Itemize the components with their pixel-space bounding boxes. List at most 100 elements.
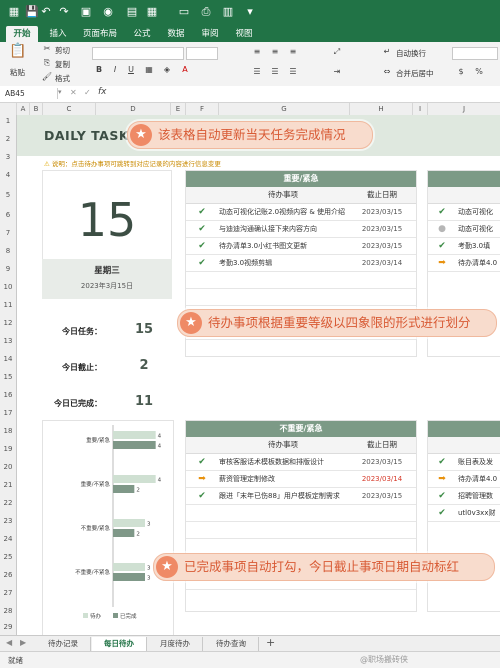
task-text[interactable]: 薪资管理定制修改 — [219, 471, 349, 487]
row-header[interactable]: 4 — [0, 171, 16, 179]
task-text[interactable]: 待办清单4.0 — [458, 255, 500, 271]
prev-sheet-icon[interactable]: ◀ — [6, 638, 12, 647]
bold-icon[interactable]: B — [92, 64, 106, 76]
print-icon[interactable]: ⎙ — [198, 4, 214, 20]
task-text[interactable]: 与迪迪沟通确认接下来内容方向 — [219, 221, 349, 237]
row-header[interactable]: 19 — [0, 445, 16, 453]
row-header[interactable]: 25 — [0, 553, 16, 561]
font-name-select[interactable] — [92, 47, 184, 60]
border-icon[interactable]: ▦ — [142, 64, 156, 76]
align-center-icon[interactable]: ☰ — [268, 66, 282, 78]
task-text[interactable]: 账目表及发 — [458, 454, 500, 470]
copy-icon[interactable]: ⎘ — [40, 57, 54, 69]
row-header[interactable]: 15 — [0, 373, 16, 381]
sheet-tab-query[interactable]: 待办查询 — [204, 637, 259, 651]
row-header[interactable]: 13 — [0, 337, 16, 345]
format-painter-label[interactable]: 格式 — [55, 73, 70, 84]
align-bottom-icon[interactable]: ≡ — [286, 46, 300, 58]
row-header[interactable]: 14 — [0, 355, 16, 363]
align-right-icon[interactable]: ☰ — [286, 66, 300, 78]
task-text[interactable]: 动态可视化记账2.0视频内容 & 使用介绍 — [219, 204, 349, 220]
cancel-icon[interactable]: ✕ — [70, 88, 77, 97]
task-row[interactable]: ✔ 考勤3.0填 — [428, 238, 500, 255]
enter-icon[interactable]: ✓ — [84, 88, 91, 97]
task-text[interactable]: 动态可视化 — [458, 221, 500, 237]
row-header[interactable]: 3 — [0, 153, 16, 161]
fill-color-icon[interactable]: ◈ — [160, 64, 174, 76]
row-header[interactable]: 5 — [0, 191, 16, 199]
cut-label[interactable]: 剪切 — [55, 45, 70, 56]
number-format-select[interactable] — [452, 47, 498, 60]
undo-icon[interactable]: ↶ — [38, 4, 54, 20]
underline-icon[interactable]: U — [124, 64, 138, 76]
column-header[interactable]: C — [43, 103, 96, 115]
empty-row[interactable] — [186, 272, 416, 289]
task-row[interactable]: ✔ 审核客服话术模板数据和排版设计 2023/03/15 — [186, 454, 416, 471]
row-header[interactable]: 18 — [0, 427, 16, 435]
tab-page-layout[interactable]: 页面布局 — [78, 26, 122, 42]
paste-icon[interactable]: 📋 — [8, 44, 28, 63]
form-icon[interactable]: ▤ — [124, 4, 140, 20]
window-icon[interactable]: ▭ — [176, 4, 192, 20]
orientation-icon[interactable]: ⤢ — [330, 46, 344, 58]
column-header[interactable]: G — [219, 103, 350, 115]
task-row[interactable]: ➡ 待办清单4.0 — [428, 255, 500, 272]
column-header[interactable]: J — [428, 103, 500, 115]
row-header[interactable]: 27 — [0, 589, 16, 597]
empty-row[interactable] — [186, 505, 416, 522]
row-header[interactable]: 26 — [0, 571, 16, 579]
wrap-text-label[interactable]: 自动换行 — [396, 48, 426, 59]
task-row[interactable]: ➡ 待办清单4.0 — [428, 471, 500, 488]
tab-formulas[interactable]: 公式 — [128, 26, 156, 42]
add-sheet-icon[interactable]: + — [266, 636, 275, 649]
toggle-icon[interactable]: ◉ — [100, 4, 116, 20]
task-text[interactable]: 待办清单3.0小红书图文更新 — [219, 238, 349, 254]
column-header[interactable]: B — [30, 103, 43, 115]
tab-review[interactable]: 审阅 — [196, 26, 224, 42]
row-header[interactable]: 8 — [0, 247, 16, 255]
font-color-icon[interactable]: A — [178, 64, 192, 76]
name-box[interactable]: AB45 — [2, 88, 58, 99]
tab-home[interactable]: 开始 — [6, 26, 38, 42]
sheet-tab-records[interactable]: 待办记录 — [36, 637, 91, 651]
row-header[interactable]: 11 — [0, 301, 16, 309]
row-header[interactable]: 10 — [0, 283, 16, 291]
merge-center-label[interactable]: 合并后居中 — [396, 68, 434, 79]
percent-icon[interactable]: % — [472, 66, 486, 78]
task-text[interactable]: 待办清单4.0 — [458, 471, 500, 487]
function-icon[interactable]: fx — [98, 87, 107, 97]
select-all-corner[interactable] — [0, 103, 17, 115]
task-row[interactable]: ✔ 跟进「末年已伤88」用户模板定制需求 2023/03/15 — [186, 488, 416, 505]
row-header[interactable]: 20 — [0, 463, 16, 471]
row-header[interactable]: 6 — [0, 211, 16, 219]
task-row[interactable]: ✔ 动态可视化记账2.0视频内容 & 使用介绍 2023/03/15 — [186, 204, 416, 221]
column-header[interactable]: I — [413, 103, 428, 115]
tab-view[interactable]: 视图 — [230, 26, 258, 42]
align-left-icon[interactable]: ☰ — [250, 66, 264, 78]
wrap-text-icon[interactable]: ↵ — [380, 46, 394, 58]
worksheet[interactable]: DAILY TASK ⚠ 说明：点击待办事项可跳转到对应记录的内容进行信息变更 … — [17, 115, 500, 635]
task-row[interactable]: ✔ 待办清单3.0小红书图文更新 2023/03/15 — [186, 238, 416, 255]
italic-icon[interactable]: I — [108, 64, 122, 76]
row-header[interactable]: 22 — [0, 499, 16, 507]
row-header[interactable]: 21 — [0, 481, 16, 489]
task-text[interactable]: utl0v3xx财 — [458, 505, 500, 521]
next-sheet-icon[interactable]: ▶ — [20, 638, 26, 647]
task-row[interactable]: ✔ 账目表及发 — [428, 454, 500, 471]
row-header[interactable]: 7 — [0, 229, 16, 237]
currency-icon[interactable]: $ — [454, 66, 468, 78]
row-header[interactable]: 9 — [0, 265, 16, 273]
task-text[interactable]: 考勤3.0填 — [458, 238, 500, 254]
indent-icon[interactable]: ⇥ — [330, 66, 344, 78]
task-row[interactable]: ✔ 招聘管理数 — [428, 488, 500, 505]
empty-row[interactable] — [186, 289, 416, 306]
column-header[interactable]: E — [171, 103, 186, 115]
table-icon[interactable]: ▦ — [144, 4, 160, 20]
formula-input[interactable] — [112, 88, 496, 99]
print-preview-icon[interactable]: ▥ — [220, 4, 236, 20]
row-header[interactable]: 12 — [0, 319, 16, 327]
name-box-dropdown-icon[interactable]: ▾ — [58, 88, 62, 96]
sheet-tab-monthly[interactable]: 月度待办 — [148, 637, 203, 651]
row-header[interactable]: 29 — [0, 623, 16, 631]
task-row[interactable]: ✔ 考勤3.0视频剪辑 2023/03/14 — [186, 255, 416, 272]
